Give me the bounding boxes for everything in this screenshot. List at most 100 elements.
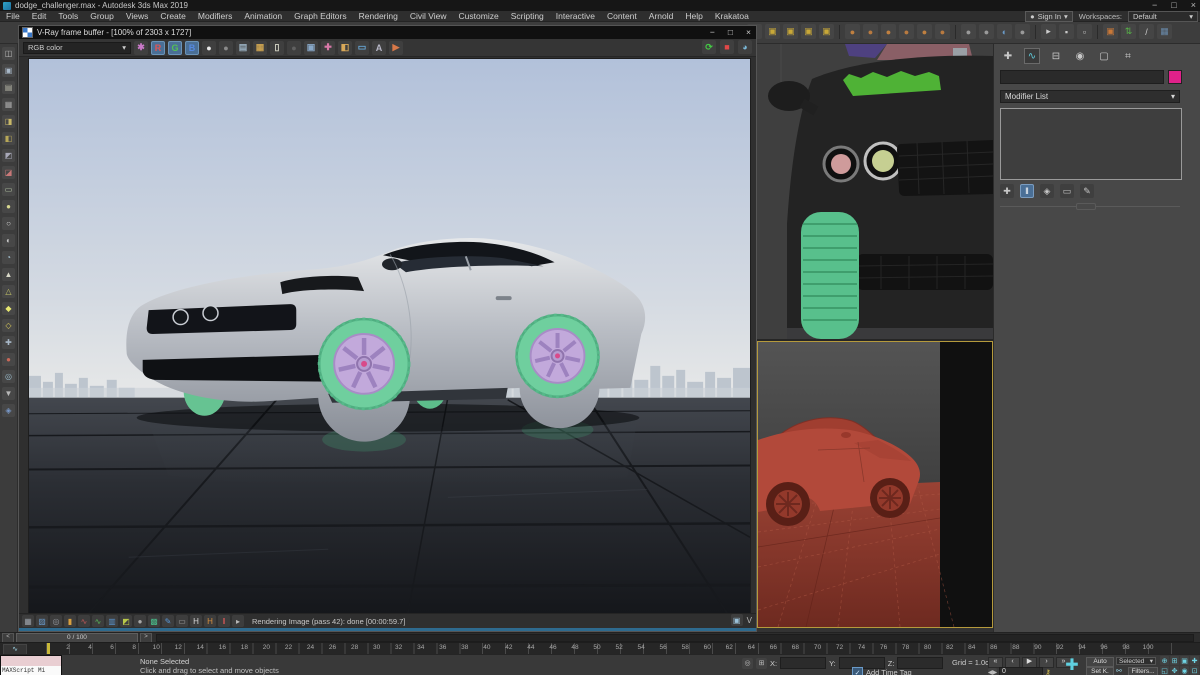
orbit-icon[interactable]: ◉ [1180,666,1189,675]
vfb-maximize-button[interactable]: □ [728,26,733,39]
menu-create[interactable]: Create [154,11,192,22]
configure-modifier-sets-icon[interactable]: ✎ [1080,184,1094,198]
set-key-button[interactable]: Set K. [1086,667,1114,675]
pin-stack-icon[interactable]: ✚ [1000,184,1014,198]
menu-krakatoa[interactable]: Krakatoa [709,11,755,22]
grid-helper-icon[interactable]: ▦ [1157,24,1172,39]
percent-snap-icon[interactable]: ▣ [819,24,834,39]
minimize-button[interactable]: − [1152,0,1157,11]
pick-focus-icon[interactable]: ▶ [389,41,403,55]
menu-customize[interactable]: Customize [453,11,505,22]
levels-icon[interactable]: ▥ [106,615,118,627]
image-info-icon[interactable]: ▨ [36,615,48,627]
zoom-all-icon[interactable]: ⊞ [1170,656,1179,665]
monochrome-icon[interactable]: ● [219,41,233,55]
menu-interactive[interactable]: Interactive [550,11,601,22]
left-toolbar-icon[interactable]: ◩ [2,149,15,162]
save-all-channels-icon[interactable]: ▦ [22,615,34,627]
time-slider-track[interactable] [156,634,1194,642]
vfb-dock-icon[interactable]: ▣ [731,614,743,626]
hue-saturation-icon[interactable]: ▩ [148,615,160,627]
time-prev-button[interactable]: < [2,633,14,643]
left-toolbar-icon[interactable]: ◇ [2,319,15,332]
modifier-stack[interactable] [1000,108,1182,180]
left-toolbar-icon[interactable]: △ [2,285,15,298]
left-toolbar-icon[interactable]: ○ [2,217,15,230]
sign-in-button[interactable]: ● Sign In ▾ [1025,11,1073,22]
left-toolbar-icon[interactable]: ▦ [2,98,15,111]
load-image-icon[interactable]: ▦ [253,41,267,55]
rendered-image[interactable] [28,58,751,614]
region-render-icon[interactable]: ▭ [355,41,369,55]
left-toolbar-icon[interactable]: ▼ [2,387,15,400]
tab-create[interactable]: ✚ [1000,48,1016,64]
channel-set-icon[interactable]: ✱ [134,41,148,55]
background-image-icon[interactable]: ✎ [162,615,174,627]
left-toolbar-icon[interactable]: ● [2,353,15,366]
maxscript-macro-row[interactable] [1,656,61,666]
left-toolbar-icon[interactable]: ● [2,200,15,213]
zoom-region-icon[interactable]: ◱ [1160,666,1169,675]
vray-toolbar-icon[interactable]: ▣ [1103,24,1118,39]
workspace-dropdown[interactable]: Default ▾ [1128,11,1198,22]
remove-modifier-icon[interactable]: ▭ [1060,184,1074,198]
vray-update-icon[interactable]: ⇅ [1121,24,1136,39]
menu-modifiers[interactable]: Modifiers [192,11,238,22]
menu-civil-view[interactable]: Civil View [404,11,453,22]
vfb-minimize-button[interactable]: − [710,26,715,39]
orbit-light-icon[interactable]: ◧ [338,41,352,55]
tab-modify[interactable]: ∿ [1024,48,1040,64]
vfb-corrections-toggle[interactable]: V [747,616,752,625]
menu-edit[interactable]: Edit [26,11,53,22]
close-button[interactable]: × [1191,0,1196,11]
viewport-front-view[interactable] [757,44,993,339]
render-iterative-icon[interactable]: ▪ [1059,24,1074,39]
snap-toggle-icon[interactable]: ▣ [783,24,798,39]
start-render-icon[interactable]: ◕ [738,40,752,54]
left-toolbar-icon[interactable]: ◪ [2,166,15,179]
left-toolbar-icon[interactable]: ◐ [2,234,15,247]
isolate-selection-icon[interactable]: ◎ [742,658,753,669]
make-unique-icon[interactable]: ◈ [1040,184,1054,198]
histogram-icon[interactable]: ▮ [64,615,76,627]
viewport-perspective-active[interactable] [757,341,993,628]
tab-hierarchy[interactable]: ⊟ [1048,48,1064,64]
white-balance-icon[interactable]: ● [134,615,146,627]
menu-tools[interactable]: Tools [52,11,84,22]
maximize-viewport-icon[interactable]: ⊡ [1190,666,1199,675]
maxscript-mini-listener[interactable]: MAXScript Mi [0,655,62,675]
expand-icon[interactable]: ▸ [232,615,244,627]
left-toolbar-icon[interactable]: ◨ [2,115,15,128]
left-toolbar-icon[interactable]: ◫ [2,47,15,60]
green-channel-icon[interactable]: G [168,41,182,55]
menu-rendering[interactable]: Rendering [353,11,404,22]
menu-help[interactable]: Help [679,11,708,22]
time-tag-icon[interactable]: ✓ [852,667,863,675]
current-frame-field[interactable]: 0 [999,667,1043,675]
color-corrections-icon[interactable]: ∿ [78,615,90,627]
maximize-button[interactable]: □ [1171,0,1176,11]
red-channel-icon[interactable]: R [151,41,165,55]
left-toolbar-icon[interactable]: ▭ [2,183,15,196]
offset-mode-icon[interactable]: ⊞ [756,658,767,669]
curve-editor-icon[interactable]: ● [935,24,950,39]
menu-arnold[interactable]: Arnold [643,11,680,22]
render-setup-icon[interactable]: ◐ [997,24,1012,39]
time-slider-handle[interactable]: 0 / 100 [16,633,138,643]
curves-icon[interactable]: ∿ [92,615,104,627]
vfb-close-button[interactable]: × [746,26,751,39]
pan-icon[interactable]: ✥ [1170,666,1179,675]
zoom-extents-all-icon[interactable]: ✚ [1190,656,1199,665]
clear-image-icon[interactable]: ▯ [270,41,284,55]
left-toolbar-icon[interactable]: ▤ [2,81,15,94]
left-toolbar-icon[interactable]: ▲ [2,268,15,281]
track-mouse-icon[interactable]: ✚ [321,41,335,55]
display-correction-icon[interactable]: H [190,615,202,627]
add-time-tag-label[interactable]: Add Time Tag [866,668,912,675]
object-name-field[interactable] [1000,70,1164,84]
ocio-icon[interactable]: H [204,615,216,627]
zoom-extents-icon[interactable]: ▣ [1180,656,1189,665]
menu-animation[interactable]: Animation [238,11,288,22]
material-editor-icon[interactable]: ● [979,24,994,39]
left-toolbar-icon[interactable]: ◧ [2,132,15,145]
